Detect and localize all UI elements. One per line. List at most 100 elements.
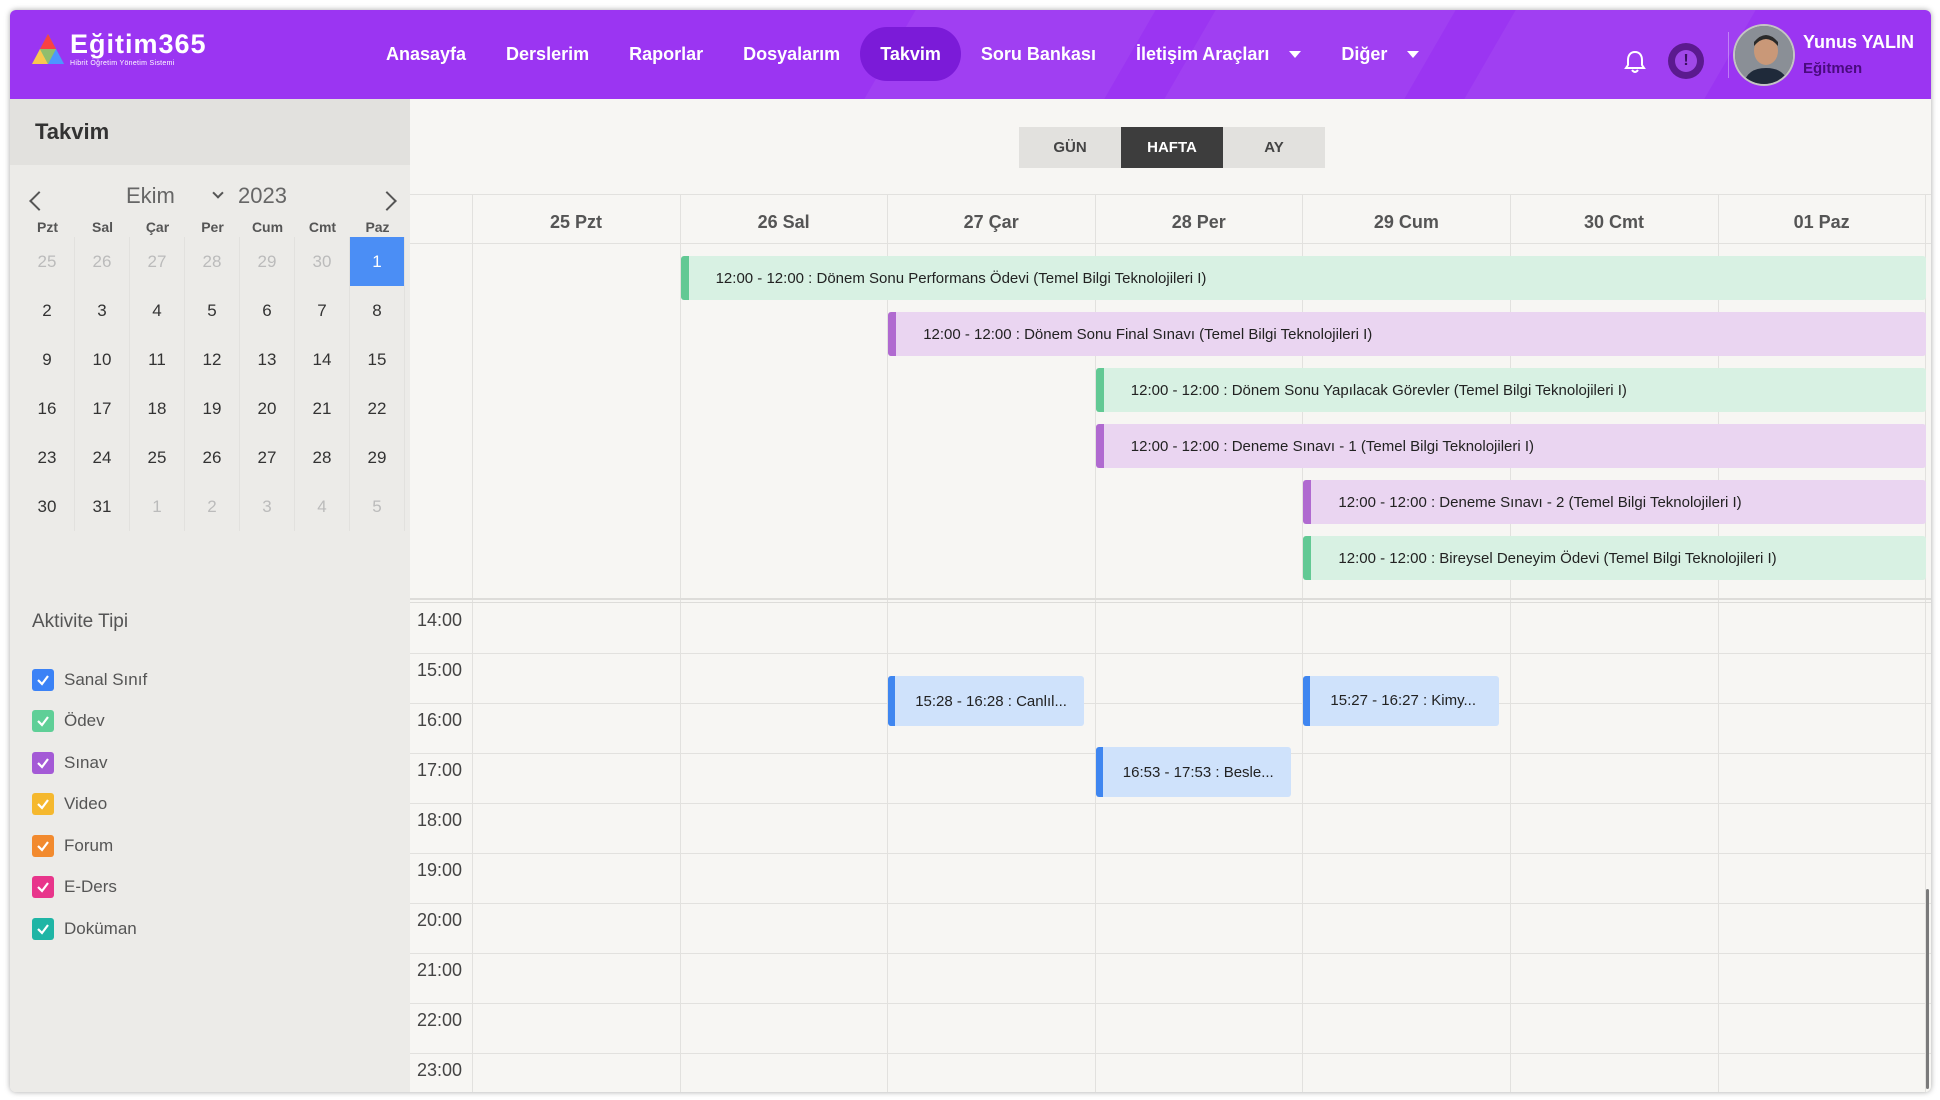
calendar-day[interactable]: 6 (240, 286, 295, 335)
calendar-day[interactable]: 15 (350, 335, 405, 384)
avatar[interactable] (1733, 24, 1795, 86)
all-day-event[interactable]: 12:00 - 12:00 : Dönem Sonu Final Sınavı … (888, 312, 1926, 356)
day-column-header[interactable]: 29 Cum (1302, 195, 1510, 245)
timed-event[interactable]: 16:53 - 17:53 : Besle... (1095, 747, 1292, 798)
calendar-day[interactable]: 19 (185, 384, 240, 433)
activity-filter-item[interactable]: Video (32, 784, 147, 826)
calendar-day[interactable]: 12 (185, 335, 240, 384)
nav-item-soru-bankası[interactable]: Soru Bankası (961, 27, 1116, 81)
nav-item-derslerim[interactable]: Derslerim (486, 27, 609, 81)
hour-divider (410, 803, 1931, 804)
activity-filter-item[interactable]: Sanal Sınıf (32, 659, 147, 701)
calendar-day[interactable]: 10 (75, 335, 130, 384)
nav-item-i-letişim-araçları[interactable]: İletişim Araçları (1116, 27, 1321, 81)
alert-button[interactable]: ! (1668, 43, 1704, 79)
all-day-event[interactable]: 12:00 - 12:00 : Dönem Sonu Performans Öd… (680, 256, 1926, 300)
day-column-header[interactable]: 28 Per (1095, 195, 1303, 245)
hour-divider (410, 1053, 1931, 1054)
checkbox[interactable] (32, 793, 54, 816)
all-day-event[interactable]: 12:00 - 12:00 : Bireysel Deneyim Ödevi (… (1303, 536, 1926, 580)
calendar-day[interactable]: 29 (350, 433, 405, 482)
bell-icon[interactable] (1624, 50, 1646, 74)
calendar-day[interactable]: 14 (295, 335, 350, 384)
calendar-main: GÜN HAFTA AY 25 Pzt 26 Sal 27 Çar 28 Per 29 Cu… (410, 99, 1931, 1092)
calendar-day-selected[interactable]: 1 (350, 237, 405, 286)
day-column-header[interactable]: 25 Pzt (472, 195, 680, 245)
calendar-day[interactable]: 30 (295, 237, 350, 286)
activity-filter-item[interactable]: Doküman (32, 908, 147, 950)
checkmark-icon (37, 675, 49, 686)
nav-item-dosyalarım[interactable]: Dosyalarım (723, 27, 860, 81)
calendar-day[interactable]: 29 (240, 237, 295, 286)
checkbox[interactable] (32, 751, 54, 774)
calendar-day[interactable]: 25 (130, 433, 185, 482)
calendar-day[interactable]: 24 (75, 433, 130, 482)
calendar-day[interactable]: 13 (240, 335, 295, 384)
calendar-day[interactable]: 3 (240, 482, 295, 531)
checkbox[interactable] (32, 668, 54, 691)
calendar-day[interactable]: 1 (130, 482, 185, 531)
timed-event[interactable]: 15:28 - 16:28 : Canlıl... (888, 676, 1084, 727)
calendar-day[interactable]: 23 (20, 433, 75, 482)
activity-filter-item[interactable]: Ödev (32, 701, 147, 743)
calendar-day[interactable]: 5 (185, 286, 240, 335)
day-column-header[interactable]: 27 Çar (887, 195, 1095, 245)
calendar-day[interactable]: 7 (295, 286, 350, 335)
calendar-day[interactable]: 28 (185, 237, 240, 286)
calendar-day[interactable]: 21 (295, 384, 350, 433)
chevron-down-icon[interactable] (212, 187, 224, 199)
calendar-day[interactable]: 30 (20, 482, 75, 531)
day-column-header[interactable]: 26 Sal (680, 195, 888, 245)
checkbox[interactable] (32, 917, 54, 940)
checkbox[interactable] (32, 876, 54, 899)
calendar-day[interactable]: 4 (295, 482, 350, 531)
nav-item-raporlar[interactable]: Raporlar (609, 27, 723, 81)
year-select[interactable]: 2023 (238, 183, 287, 209)
nav-item-takvim[interactable]: Takvim (860, 27, 961, 81)
view-button-gün[interactable]: GÜN (1019, 127, 1121, 168)
view-button-hafta[interactable]: HAFTA (1121, 127, 1223, 168)
scrollbar[interactable] (1926, 889, 1929, 1089)
calendar-day[interactable]: 25 (20, 237, 75, 286)
checkbox[interactable] (32, 710, 54, 733)
calendar-day[interactable]: 3 (75, 286, 130, 335)
weekday-label: Paz (365, 219, 390, 235)
all-day-event[interactable]: 12:00 - 12:00 : Deneme Sınavı - 1 (Temel… (1095, 424, 1926, 468)
calendar-day[interactable]: 20 (240, 384, 295, 433)
activity-filter-item[interactable]: E-Ders (32, 867, 147, 909)
checkbox[interactable] (32, 834, 54, 857)
user-name[interactable]: Yunus YALIN (1803, 32, 1914, 53)
chevron-left-icon[interactable] (29, 191, 49, 211)
activity-filter-item[interactable]: Sınav (32, 742, 147, 784)
calendar-day[interactable]: 8 (350, 286, 405, 335)
calendar-day[interactable]: 18 (130, 384, 185, 433)
month-select[interactable]: Ekim (126, 183, 175, 209)
calendar-day[interactable]: 2 (185, 482, 240, 531)
nav-item-anasayfa[interactable]: Anasayfa (366, 27, 486, 81)
calendar-day[interactable]: 4 (130, 286, 185, 335)
activity-filter-item[interactable]: Forum (32, 825, 147, 867)
calendar-day[interactable]: 22 (350, 384, 405, 433)
calendar-day[interactable]: 31 (75, 482, 130, 531)
calendar-day[interactable]: 27 (130, 237, 185, 286)
calendar-day[interactable]: 27 (240, 433, 295, 482)
calendar-day[interactable]: 16 (20, 384, 75, 433)
brand-logo[interactable]: Eğitim365 Hibrit Öğretim Yönetim Sistemi (28, 30, 207, 70)
activity-filter-label: E-Ders (64, 877, 117, 897)
all-day-event[interactable]: 12:00 - 12:00 : Dönem Sonu Yapılacak Gör… (1095, 368, 1926, 412)
calendar-day[interactable]: 26 (185, 433, 240, 482)
timed-event[interactable]: 15:27 - 16:27 : Kimy... (1303, 675, 1499, 726)
chevron-right-icon[interactable] (377, 191, 397, 211)
calendar-day[interactable]: 5 (350, 482, 405, 531)
calendar-day[interactable]: 26 (75, 237, 130, 286)
calendar-day[interactable]: 28 (295, 433, 350, 482)
day-column-header[interactable]: 30 Cmt (1510, 195, 1718, 245)
day-column-header[interactable]: 01 Paz (1718, 195, 1926, 245)
all-day-event[interactable]: 12:00 - 12:00 : Deneme Sınavı - 2 (Temel… (1303, 480, 1926, 524)
calendar-day[interactable]: 2 (20, 286, 75, 335)
view-button-ay[interactable]: AY (1223, 127, 1325, 168)
nav-item-diğer[interactable]: Diğer (1321, 27, 1439, 81)
calendar-day[interactable]: 17 (75, 384, 130, 433)
calendar-day[interactable]: 11 (130, 335, 185, 384)
calendar-day[interactable]: 9 (20, 335, 75, 384)
